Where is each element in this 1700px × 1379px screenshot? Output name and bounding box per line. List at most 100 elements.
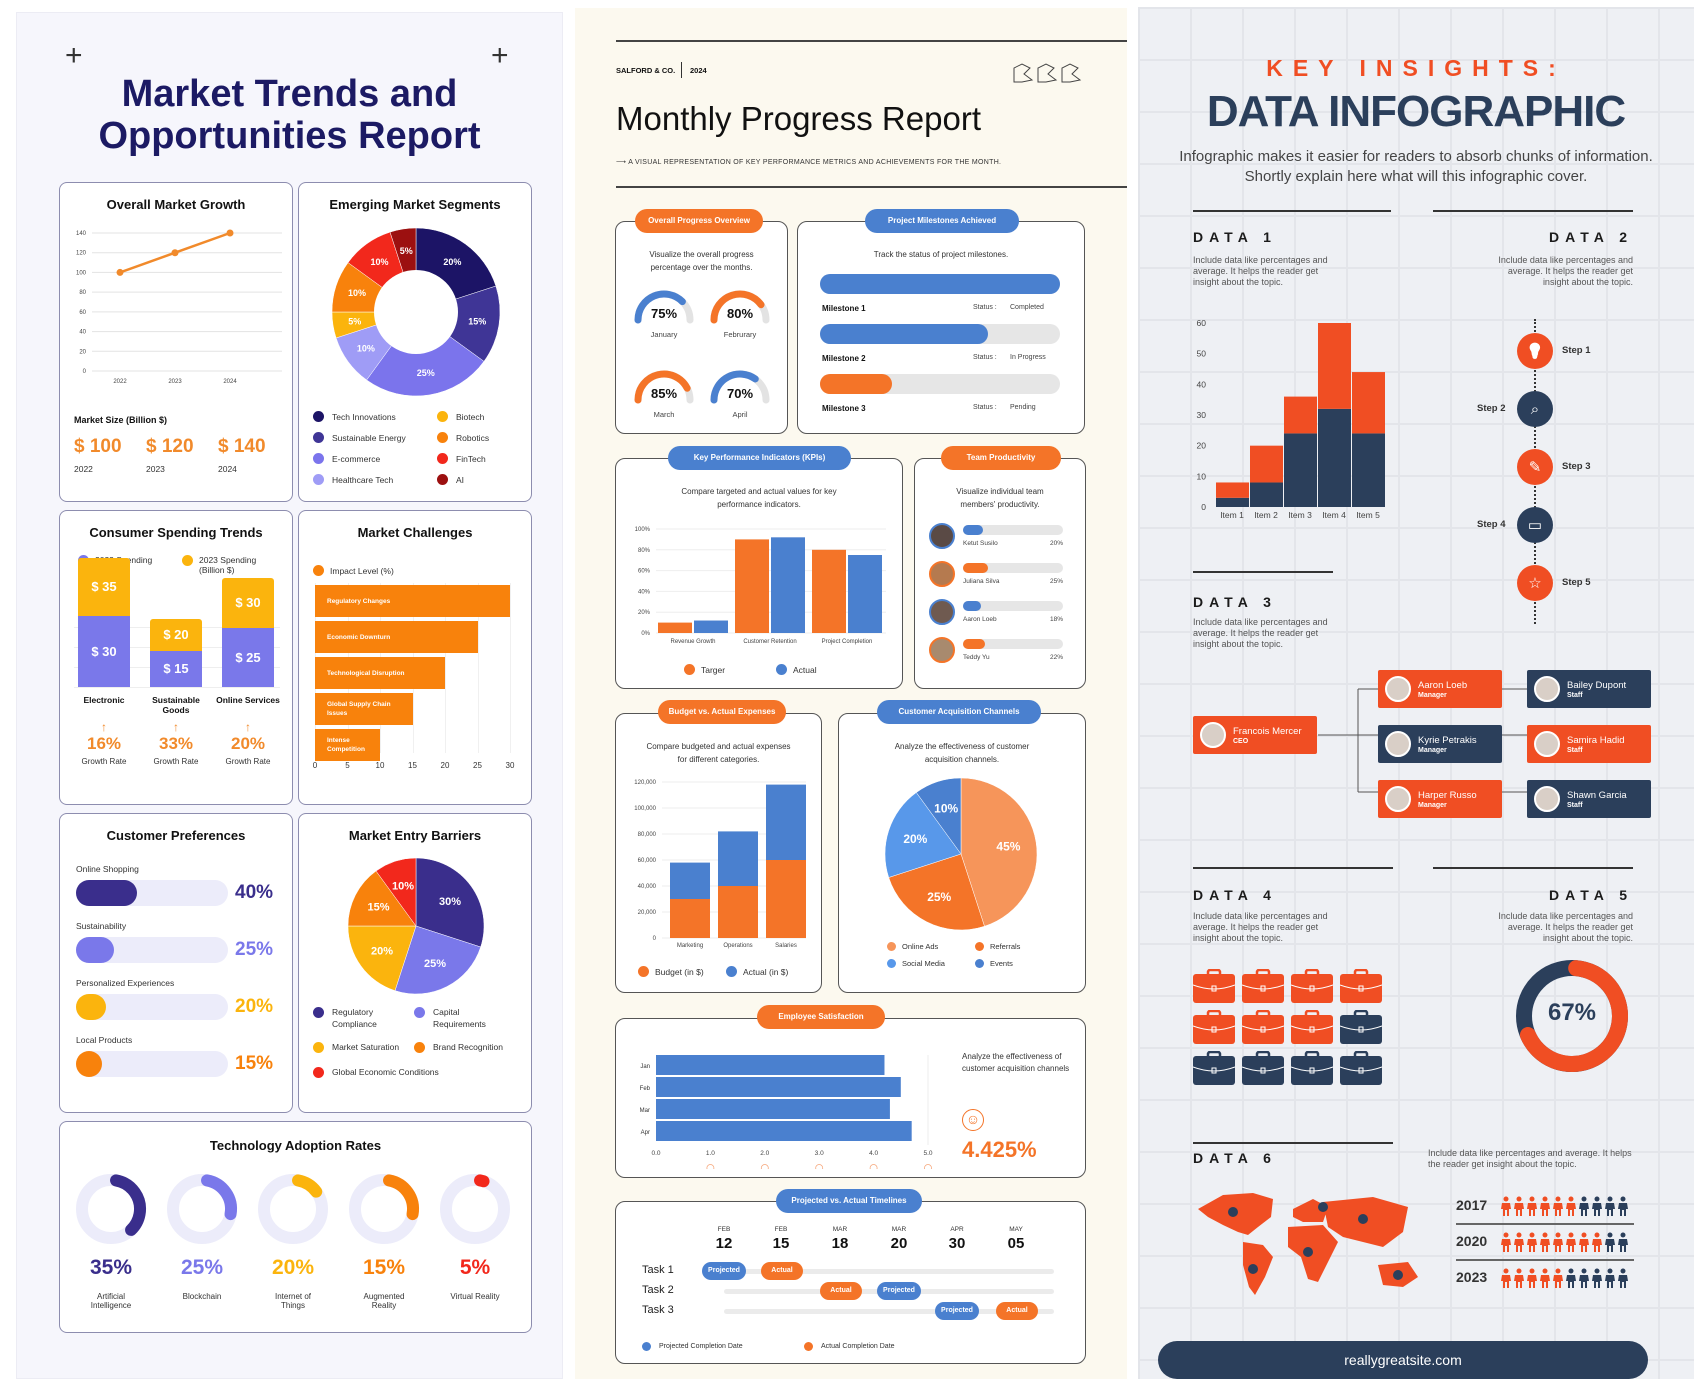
budget-stacked-chart: 0 20,000 40,000 60,000 80,000 100,000 120,000 M… [634,780,806,949]
satisfaction-pill: Employee Satisfaction [757,1005,885,1029]
legend-label: Actual Completion Date [821,1343,895,1350]
search-icon: ⌕ [1530,400,1540,418]
person-head [1516,1196,1522,1202]
market-growth-chart: 0 20 40 60 80 100 120 140 2022 2023 2024 [76,229,282,385]
card-title: Emerging Market Segments [329,197,501,212]
person-head [1516,1268,1522,1274]
person-head [1581,1232,1587,1238]
y-tick-label: 40 [79,330,86,336]
person-head [1516,1232,1522,1238]
x-tick-label: 2024 [223,379,237,385]
date-day: 18 [831,1235,849,1252]
date-day: 20 [890,1235,908,1252]
arrow-up-icon: ↑ [101,720,107,734]
person-icon [1579,1232,1589,1252]
person-body [1618,1275,1628,1288]
person-body [1527,1203,1537,1216]
legend-label: Targer [701,664,726,675]
emoji-icon [706,1164,715,1169]
avatar [1385,731,1411,757]
gauge-month: April [732,410,748,419]
legend-dot [437,453,448,464]
data-point [171,249,179,257]
y-tick-label: 60 [1197,318,1207,328]
org-card[interactable]: Samira Hadid Staff [1527,725,1651,763]
card-description: Analyze the effectiveness of customer ac… [962,1052,1070,1073]
person-icon [1592,1196,1602,1216]
pie-label: 20% [903,832,927,846]
task-label: Task 3 [642,1304,674,1316]
legend-item: Market Saturation [313,1041,403,1053]
x-tick-label: 3.0 [815,1150,824,1157]
person-head [1529,1232,1535,1238]
avatar [929,637,955,663]
legend-dot [313,1007,324,1018]
legend-label: AI [456,474,465,485]
person-icon [1540,1232,1550,1252]
projected-marker[interactable]: Projected [702,1262,746,1280]
person-body [1618,1203,1628,1216]
person-head [1620,1232,1626,1238]
legend-label: Projected Completion Date [659,1343,743,1350]
preference-fill [76,1051,102,1077]
person-icon [1527,1268,1537,1288]
footer-website-button[interactable]: reallygreatsite.com [1158,1341,1648,1379]
y-tick-label: Apr [641,1130,650,1136]
step-label: Step 4 [1477,519,1506,530]
bar-2022: $ 30 [78,615,130,687]
adoption-value: 20% [271,1256,315,1279]
divider [1193,1142,1393,1144]
person-icon [1618,1232,1628,1252]
adoption-value: 15% [362,1256,406,1279]
kpi-bar [658,622,692,633]
date-month: MAR [891,1226,907,1233]
person-head [1529,1196,1535,1202]
data-1-stacked-chart: 0 10 20 30 40 50 60 Item 1 Item 2 Item 3 Item 4 Ite… [1197,318,1385,520]
card-title: Overall Market Growth [106,197,246,212]
year-label: 2017 [1456,1197,1488,1213]
projected-marker[interactable]: Projected [935,1302,979,1320]
status-label: Status : [973,354,997,361]
org-card[interactable]: Kyrie Petrakis Manager [1378,725,1502,763]
milestone-name: Milestone 1 [822,304,866,313]
x-tick-label: 0.0 [651,1150,660,1157]
card-title: Consumer Spending Trends [89,525,263,540]
bar-2023: $ 30 [222,578,274,628]
projected-marker[interactable]: Projected [877,1282,921,1300]
adoption-ring [76,1174,146,1244]
actual-marker[interactable]: Actual [820,1282,862,1300]
person-body [1514,1239,1524,1252]
org-card[interactable]: Bailey Dupont Staff [1527,670,1651,708]
kpi-card: Compare targeted and actual values for k… [615,458,903,689]
legend-item: AI [437,474,464,485]
x-tick-label: Project Completion [822,639,873,645]
actual-marker[interactable]: Actual [996,1302,1038,1320]
data-6-heading: DATA 6 [1193,1150,1277,1166]
legend-dot [437,432,448,443]
person-name: Aaron Loeb [1418,679,1468,691]
data1-bar [1216,497,1249,507]
briefcase-icon [1242,969,1284,1003]
divider [681,62,682,78]
data-1-description: Include data like percentages and averag… [1193,255,1328,287]
briefcase-icon [1340,1051,1382,1085]
person-body [1605,1203,1615,1216]
kpi-bar [812,549,846,633]
person-head [1542,1232,1548,1238]
date-day: 30 [948,1235,966,1252]
data1-bar [1284,396,1317,434]
legend-label: Online Ads [902,942,939,951]
market-size-year: 2023 [146,464,165,474]
actual-marker[interactable]: Actual [761,1262,803,1280]
legend-dot [642,1342,651,1351]
satisfaction-bar [656,1099,890,1119]
growth-rate-label: Growth Rate [153,757,199,766]
org-card[interactable]: Aaron Loeb Manager [1378,670,1502,708]
pie-label: 10% [371,257,389,267]
org-card[interactable]: Shawn Garcia Staff [1527,780,1651,818]
preference-fill [76,994,107,1020]
org-card[interactable]: Harper Russo Manager [1378,780,1502,818]
org-card[interactable]: Francois Mercer CEO [1193,716,1317,754]
challenge-bar: Economic Downturn [315,621,478,653]
arrow-up-icon: ↑ [173,720,179,734]
